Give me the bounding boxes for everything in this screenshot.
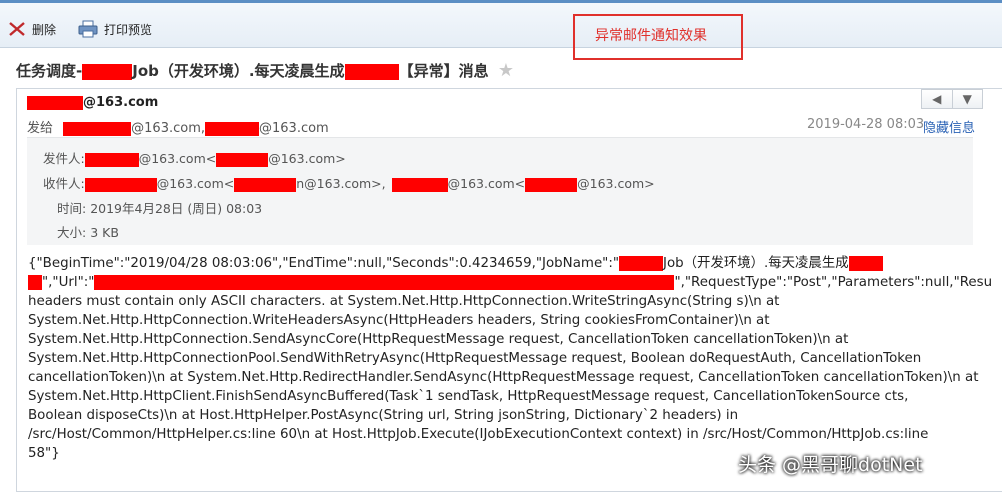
recipient-label: 收件人: <box>43 176 85 191</box>
body-line: System.Net.Http.HttpConnectionPool.SendW… <box>28 351 922 366</box>
time-label: 时间: <box>57 201 87 216</box>
printer-icon <box>78 20 98 38</box>
redaction <box>344 63 399 80</box>
redaction <box>848 255 883 271</box>
size-label: 大小: <box>57 225 87 240</box>
subject-row: 任务调度- Job（开发环境）.每天凌晨生成 【异常】消息 ★ <box>0 52 1002 86</box>
body-line: ","Url":" ","RequestType":"Post","Paramet… <box>28 273 992 292</box>
size-row: 大小: 3 KB <box>57 222 119 241</box>
body-text: ","Url":" <box>42 275 95 290</box>
to-address-1: @163.com, <box>131 121 205 136</box>
star-icon[interactable]: ★ <box>498 60 514 81</box>
body-line: headers must contain only ASCII characte… <box>28 294 780 309</box>
redaction <box>216 152 269 167</box>
to-label: 发给 <box>27 121 54 136</box>
recipient-b: n@163.com>, <box>296 176 386 191</box>
annotation-text: 异常邮件通知效果 <box>595 28 707 44</box>
chevron-down-icon[interactable]: ▼ <box>951 90 983 108</box>
from-address: @163.com <box>83 95 159 110</box>
redaction <box>28 274 42 290</box>
body-line: {"BeginTime":"2019/04/28 08:03:06","EndT… <box>28 254 988 273</box>
redaction <box>525 177 578 192</box>
to-address-2: @163.com <box>259 121 329 136</box>
print-preview-button[interactable]: 打印预览 <box>78 18 152 40</box>
recipient-c: @163.com< <box>447 176 526 191</box>
redaction <box>391 177 448 192</box>
body-line: cancellationToken)\n at System.Net.Http.… <box>28 370 979 385</box>
subject-part1: 任务调度- <box>16 62 83 80</box>
subject-part3: 【异常】消息 <box>398 62 489 80</box>
mail-subject: 任务调度- Job（开发环境）.每天凌晨生成 【异常】消息 ★ <box>16 60 514 81</box>
redaction <box>27 95 83 110</box>
sender-a: @163.com< <box>138 151 217 166</box>
body-text: ","RequestType":"Post","Parameters":null… <box>674 275 993 290</box>
body-text: {"BeginTime":"2019/04/28 08:03:06","EndT… <box>28 256 620 271</box>
sender-label: 发件人: <box>43 151 85 166</box>
recipient-a: @163.com< <box>156 176 235 191</box>
from-line: @163.com <box>27 95 158 110</box>
reply-nav: ◀ ▼ <box>921 89 983 109</box>
body-text: Job（开发环境）.每天凌晨生成 <box>663 256 849 271</box>
sender-row: 发件人: @163.com< @163.com> <box>43 148 346 167</box>
delete-button[interactable]: 删除 <box>8 18 56 40</box>
redaction <box>84 177 157 192</box>
redaction <box>205 121 259 136</box>
redaction <box>82 63 133 80</box>
body-line: System.Net.Http.HttpConnection.SendAsync… <box>28 332 849 347</box>
time-row: 时间: 2019年4月28日 (周日) 08:03 <box>57 198 262 217</box>
recipient-d: @163.com> <box>577 176 655 191</box>
redaction <box>234 177 297 192</box>
sender-b: @163.com> <box>268 151 346 166</box>
delete-label: 删除 <box>32 22 57 37</box>
details-panel: 发件人: @163.com< @163.com> 收件人: @163.com< n@16… <box>27 137 973 245</box>
redaction <box>84 152 139 167</box>
redaction <box>94 274 675 290</box>
mail-date: 2019-04-28 08:03 <box>807 117 925 132</box>
to-line: 发给 @163.com, @163.com <box>27 117 329 136</box>
hide-info-link[interactable]: 隐藏信息 <box>923 117 975 136</box>
toolbar-top-line <box>0 0 1002 3</box>
time-value: 2019年4月28日 (周日) 08:03 <box>90 201 263 216</box>
subject-part2: Job（开发环境）.每天凌晨生成 <box>132 62 345 80</box>
body-line: System.Net.Http.HttpConnection.WriteHead… <box>28 313 770 328</box>
recipient-row: 收件人: @163.com< n@163.com>, @163.com< @163.co… <box>43 173 655 192</box>
redaction <box>63 121 132 136</box>
size-value: 3 KB <box>90 225 119 240</box>
toolbar: 删除 打印预览 <box>0 0 1002 48</box>
mail-body: {"BeginTime":"2019/04/28 08:03:06","EndT… <box>28 254 992 463</box>
watermark: 头条 @黑哥聊dotNet <box>738 454 923 476</box>
delete-icon <box>9 22 25 36</box>
body-line: Boolean disposeCts)\n at Host.HttpHelper… <box>28 408 739 423</box>
print-preview-label: 打印预览 <box>104 22 153 37</box>
reply-icon[interactable]: ◀ <box>922 90 952 108</box>
body-line: /src/Host/Common/HttpHelper.cs:line 60\n… <box>28 427 929 442</box>
body-line: System.Net.Http.HttpClient.FinishSendAsy… <box>28 389 909 404</box>
redaction <box>619 255 664 271</box>
